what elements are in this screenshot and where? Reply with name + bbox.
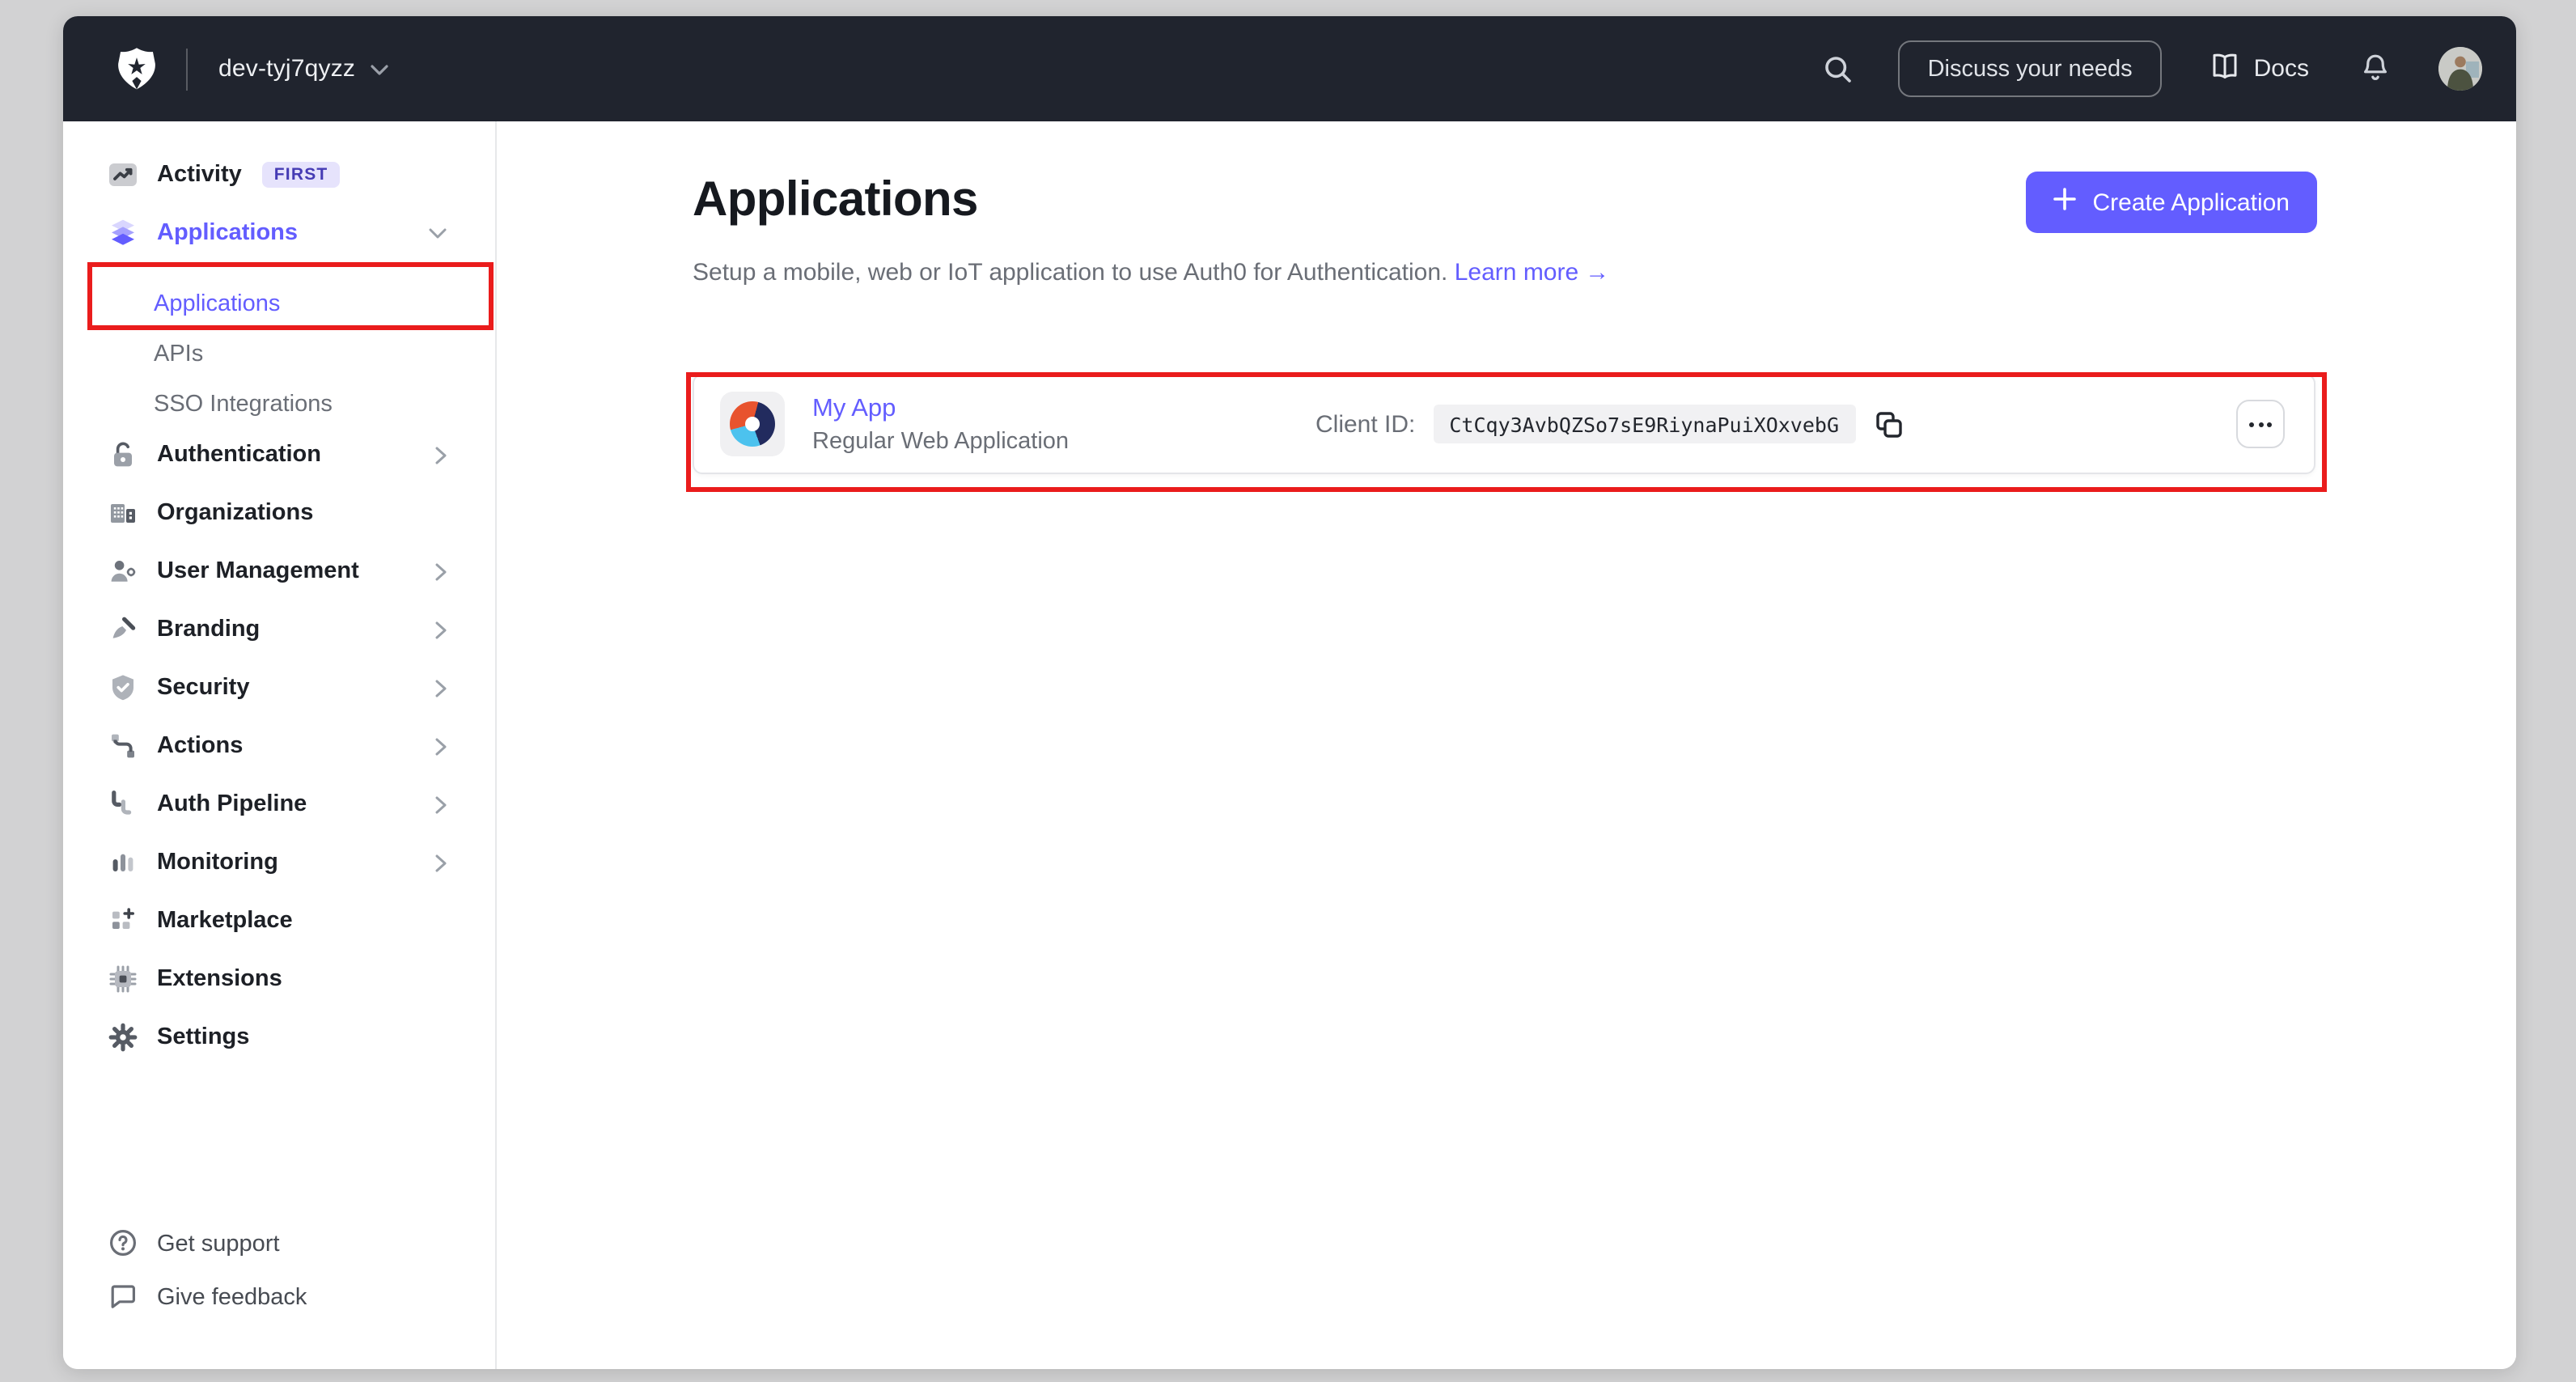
chevron-right-icon: [435, 737, 447, 755]
sidebar-item-auth-pipeline[interactable]: Auth Pipeline: [63, 780, 495, 829]
sidebar-item-applications[interactable]: Applications: [63, 209, 495, 257]
organization-building-icon: [107, 497, 139, 529]
feedback-bubble-icon: [107, 1279, 139, 1316]
activity-chart-icon: [107, 159, 139, 191]
create-application-button[interactable]: Create Application: [2026, 172, 2317, 233]
shield-check-icon: [107, 672, 139, 704]
sidebar-item-branding[interactable]: Branding: [63, 605, 495, 654]
app-logo-tile: [720, 392, 785, 456]
marketplace-grid-icon: [107, 905, 139, 937]
book-icon: [2209, 51, 2241, 87]
page-subtitle: Setup a mobile, web or IoT application t…: [693, 259, 1610, 286]
chevron-right-icon: [435, 446, 447, 464]
tenant-name: dev-tyj7qyzz: [218, 55, 356, 83]
gear-icon: [107, 1021, 139, 1053]
help-circle-icon: [107, 1226, 139, 1263]
chevron-right-icon: [435, 854, 447, 871]
docs-button[interactable]: Docs: [2209, 51, 2309, 87]
sidebar-item-marketplace[interactable]: Marketplace: [63, 897, 495, 945]
sidebar-item-label: Applications: [157, 220, 299, 246]
auth0-shield-logo: [117, 47, 157, 91]
application-row: My App Regular Web Application Client ID…: [693, 374, 2315, 474]
client-id-label: Client ID:: [1316, 410, 1416, 438]
body: Activity FIRST Applications Applications: [63, 121, 2516, 1369]
topbar-divider: [186, 48, 188, 90]
app-type: Regular Web Application: [812, 428, 1070, 454]
learn-more-link[interactable]: Learn more: [1455, 259, 1578, 286]
app-names: My App Regular Web Application: [812, 394, 1069, 454]
app-logo: [730, 401, 775, 447]
copy-icon[interactable]: [1870, 405, 1907, 443]
tenant-switcher[interactable]: dev-tyj7qyzz: [218, 55, 388, 83]
sidebar: Activity FIRST Applications Applications: [63, 121, 497, 1369]
chevron-right-icon: [435, 562, 447, 580]
sidebar-item-user-management[interactable]: User Management: [63, 547, 495, 596]
sidebar-item-label: Activity: [157, 162, 242, 188]
lock-icon: [107, 439, 139, 471]
topbar: dev-tyj7qyzz Discuss your needs Docs: [63, 16, 2516, 121]
sidebar-subitem-apis[interactable]: APIs: [63, 330, 495, 379]
screenshot-stage: dev-tyj7qyzz Discuss your needs Docs Act…: [0, 0, 2576, 1382]
chevron-down-icon: [429, 227, 447, 239]
first-badge: FIRST: [262, 162, 340, 188]
app-name-link[interactable]: My App: [812, 394, 1069, 423]
sidebar-item-activity[interactable]: Activity FIRST: [63, 150, 495, 199]
paintbrush-icon: [107, 613, 139, 646]
sidebar-item-authentication[interactable]: Authentication: [63, 430, 495, 479]
applications-stack-icon: [107, 217, 139, 249]
pipeline-icon: [107, 788, 139, 820]
auth0-dashboard-window: dev-tyj7qyzz Discuss your needs Docs Act…: [63, 16, 2516, 1369]
main-header: Applications Create Application: [693, 172, 2317, 233]
page-title: Applications: [693, 173, 978, 227]
sidebar-item-security[interactable]: Security: [63, 663, 495, 712]
flow-icon: [107, 730, 139, 762]
chevron-right-icon: [435, 679, 447, 697]
search-icon[interactable]: [1823, 53, 1855, 85]
sidebar-item-settings[interactable]: Settings: [63, 1013, 495, 1062]
sidebar-subitem-applications[interactable]: Applications: [63, 280, 495, 329]
user-gear-icon: [107, 555, 139, 587]
chip-icon: [107, 963, 139, 995]
chevron-down-icon: [370, 57, 388, 81]
arrow-right-icon: →: [1585, 259, 1610, 286]
get-support-link[interactable]: Get support: [63, 1220, 495, 1269]
avatar[interactable]: [2438, 47, 2482, 91]
sidebar-item-monitoring[interactable]: Monitoring: [63, 838, 495, 887]
sidebar-footer: Get support Give feedback: [63, 1220, 495, 1369]
discuss-your-needs-button[interactable]: Discuss your needs: [1898, 40, 2162, 97]
meatball-menu-icon[interactable]: [2236, 400, 2285, 448]
sidebar-item-actions[interactable]: Actions: [63, 722, 495, 770]
bell-icon[interactable]: [2359, 52, 2392, 86]
chevron-right-icon: [435, 795, 447, 813]
give-feedback-link[interactable]: Give feedback: [63, 1274, 495, 1322]
create-application-label: Create Application: [2092, 189, 2290, 216]
main-content: Applications Create Application Setup a …: [497, 121, 2516, 1369]
docs-label: Docs: [2253, 55, 2309, 83]
client-id-value: CtCqy3AvbQZSo7sE9RiynaPuiXOxvebG: [1433, 405, 1856, 443]
chevron-right-icon: [435, 621, 447, 638]
bar-chart-icon: [107, 846, 139, 879]
sidebar-subitem-sso-integrations[interactable]: SSO Integrations: [63, 380, 495, 429]
plus-icon: [2053, 188, 2077, 217]
sidebar-item-organizations[interactable]: Organizations: [63, 489, 495, 537]
client-id-group: Client ID: CtCqy3AvbQZSo7sE9RiynaPuiXOxv…: [1316, 405, 1907, 443]
sidebar-item-extensions[interactable]: Extensions: [63, 955, 495, 1003]
applications-sub-list: Applications APIs SSO Integrations: [63, 280, 495, 430]
